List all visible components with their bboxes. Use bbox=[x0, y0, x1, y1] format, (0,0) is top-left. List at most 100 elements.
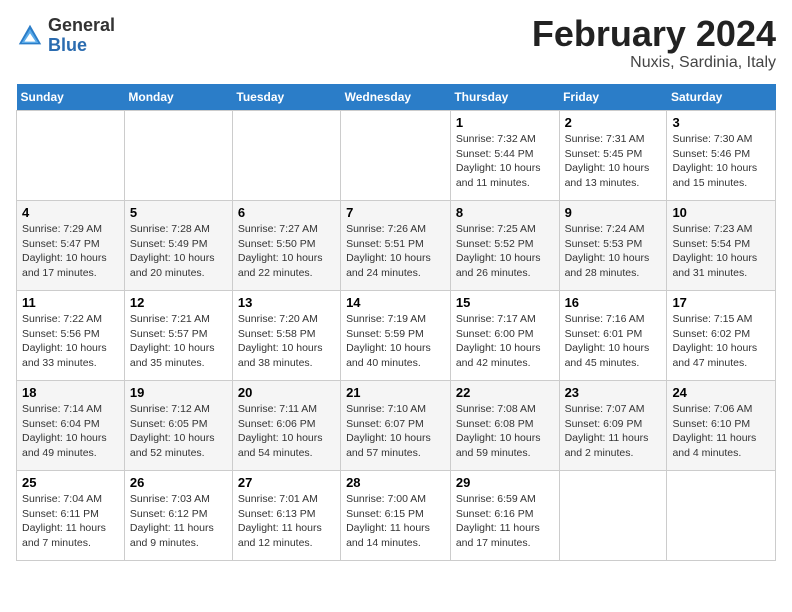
day-info: Sunrise: 7:31 AMSunset: 5:45 PMDaylight:… bbox=[565, 132, 662, 191]
logo: General Blue bbox=[16, 16, 115, 56]
calendar-cell: 10 Sunrise: 7:23 AMSunset: 5:54 PMDayligh… bbox=[667, 201, 776, 291]
calendar-cell bbox=[17, 111, 125, 201]
location-title: Nuxis, Sardinia, Italy bbox=[532, 54, 776, 72]
day-info: Sunrise: 7:10 AMSunset: 6:07 PMDaylight:… bbox=[346, 402, 445, 461]
day-info: Sunrise: 7:11 AMSunset: 6:06 PMDaylight:… bbox=[238, 402, 335, 461]
col-wednesday: Wednesday bbox=[341, 84, 451, 111]
day-info: Sunrise: 6:59 AMSunset: 6:16 PMDaylight:… bbox=[456, 492, 554, 551]
day-info: Sunrise: 7:27 AMSunset: 5:50 PMDaylight:… bbox=[238, 222, 335, 281]
logo-text: General Blue bbox=[48, 16, 115, 56]
calendar-week-4: 18Sunrise: 7:14 AMSunset: 6:04 PMDayligh… bbox=[17, 381, 776, 471]
day-info: Sunrise: 7:04 AMSunset: 6:11 PMDaylight:… bbox=[22, 492, 119, 551]
day-info: Sunrise: 7:22 AMSunset: 5:56 PMDaylight:… bbox=[22, 312, 119, 371]
day-info: Sunrise: 7:07 AMSunset: 6:09 PMDaylight:… bbox=[565, 402, 662, 461]
logo-blue: Blue bbox=[48, 36, 115, 56]
calendar-cell: 12Sunrise: 7:21 AMSunset: 5:57 PMDayligh… bbox=[124, 291, 232, 381]
day-number: 10 bbox=[672, 205, 770, 220]
logo-general: General bbox=[48, 16, 115, 36]
col-monday: Monday bbox=[124, 84, 232, 111]
calendar-cell: 20 Sunrise: 7:11 AMSunset: 6:06 PMDayligh… bbox=[232, 381, 340, 471]
calendar-cell: 23 Sunrise: 7:07 AMSunset: 6:09 PMDayligh… bbox=[559, 381, 667, 471]
calendar-table: Sunday Monday Tuesday Wednesday Thursday… bbox=[16, 84, 776, 561]
day-info: Sunrise: 7:23 AMSunset: 5:54 PMDaylight:… bbox=[672, 222, 770, 281]
calendar-cell bbox=[341, 111, 451, 201]
day-info: Sunrise: 7:03 AMSunset: 6:12 PMDaylight:… bbox=[130, 492, 227, 551]
calendar-week-3: 11Sunrise: 7:22 AMSunset: 5:56 PMDayligh… bbox=[17, 291, 776, 381]
calendar-cell: 22 Sunrise: 7:08 AMSunset: 6:08 PMDayligh… bbox=[450, 381, 559, 471]
col-tuesday: Tuesday bbox=[232, 84, 340, 111]
calendar-cell: 15 Sunrise: 7:17 AMSunset: 6:00 PMDayligh… bbox=[450, 291, 559, 381]
calendar-cell: 29 Sunrise: 6:59 AMSunset: 6:16 PMDayligh… bbox=[450, 471, 559, 561]
month-title: February 2024 bbox=[532, 16, 776, 52]
day-info: Sunrise: 7:25 AMSunset: 5:52 PMDaylight:… bbox=[456, 222, 554, 281]
day-number: 6 bbox=[238, 205, 335, 220]
day-info: Sunrise: 7:16 AMSunset: 6:01 PMDaylight:… bbox=[565, 312, 662, 371]
day-info: Sunrise: 7:01 AMSunset: 6:13 PMDaylight:… bbox=[238, 492, 335, 551]
day-number: 26 bbox=[130, 475, 227, 490]
day-info: Sunrise: 7:08 AMSunset: 6:08 PMDaylight:… bbox=[456, 402, 554, 461]
calendar-cell: 3 Sunrise: 7:30 AMSunset: 5:46 PMDaylight… bbox=[667, 111, 776, 201]
day-number: 15 bbox=[456, 295, 554, 310]
day-info: Sunrise: 7:20 AMSunset: 5:58 PMDaylight:… bbox=[238, 312, 335, 371]
col-saturday: Saturday bbox=[667, 84, 776, 111]
calendar-cell: 26 Sunrise: 7:03 AMSunset: 6:12 PMDayligh… bbox=[124, 471, 232, 561]
calendar-week-2: 4 Sunrise: 7:29 AMSunset: 5:47 PMDaylight… bbox=[17, 201, 776, 291]
day-number: 2 bbox=[565, 115, 662, 130]
header-row: Sunday Monday Tuesday Wednesday Thursday… bbox=[17, 84, 776, 111]
calendar-week-5: 25Sunrise: 7:04 AMSunset: 6:11 PMDayligh… bbox=[17, 471, 776, 561]
day-number: 19 bbox=[130, 385, 227, 400]
day-number: 14 bbox=[346, 295, 445, 310]
calendar-cell: 19 Sunrise: 7:12 AMSunset: 6:05 PMDayligh… bbox=[124, 381, 232, 471]
day-number: 20 bbox=[238, 385, 335, 400]
calendar-cell bbox=[124, 111, 232, 201]
calendar-body: 1 Sunrise: 7:32 AMSunset: 5:44 PMDaylight… bbox=[17, 111, 776, 561]
day-number: 4 bbox=[22, 205, 119, 220]
title-block: February 2024 Nuxis, Sardinia, Italy bbox=[532, 16, 776, 72]
day-number: 7 bbox=[346, 205, 445, 220]
calendar-cell: 25Sunrise: 7:04 AMSunset: 6:11 PMDayligh… bbox=[17, 471, 125, 561]
day-info: Sunrise: 7:30 AMSunset: 5:46 PMDaylight:… bbox=[672, 132, 770, 191]
day-info: Sunrise: 7:29 AMSunset: 5:47 PMDaylight:… bbox=[22, 222, 119, 281]
day-number: 22 bbox=[456, 385, 554, 400]
calendar-cell: 2 Sunrise: 7:31 AMSunset: 5:45 PMDaylight… bbox=[559, 111, 667, 201]
calendar-cell: 6 Sunrise: 7:27 AMSunset: 5:50 PMDaylight… bbox=[232, 201, 340, 291]
day-info: Sunrise: 7:19 AMSunset: 5:59 PMDaylight:… bbox=[346, 312, 445, 371]
day-info: Sunrise: 7:14 AMSunset: 6:04 PMDaylight:… bbox=[22, 402, 119, 461]
calendar-cell: 24Sunrise: 7:06 AMSunset: 6:10 PMDayligh… bbox=[667, 381, 776, 471]
day-number: 16 bbox=[565, 295, 662, 310]
day-info: Sunrise: 7:17 AMSunset: 6:00 PMDaylight:… bbox=[456, 312, 554, 371]
page-header: General Blue February 2024 Nuxis, Sardin… bbox=[16, 16, 776, 72]
day-number: 17 bbox=[672, 295, 770, 310]
calendar-cell: 7 Sunrise: 7:26 AMSunset: 5:51 PMDaylight… bbox=[341, 201, 451, 291]
day-number: 29 bbox=[456, 475, 554, 490]
calendar-cell: 11Sunrise: 7:22 AMSunset: 5:56 PMDayligh… bbox=[17, 291, 125, 381]
col-thursday: Thursday bbox=[450, 84, 559, 111]
calendar-cell: 18Sunrise: 7:14 AMSunset: 6:04 PMDayligh… bbox=[17, 381, 125, 471]
calendar-header: Sunday Monday Tuesday Wednesday Thursday… bbox=[17, 84, 776, 111]
calendar-cell: 8 Sunrise: 7:25 AMSunset: 5:52 PMDaylight… bbox=[450, 201, 559, 291]
calendar-week-1: 1 Sunrise: 7:32 AMSunset: 5:44 PMDaylight… bbox=[17, 111, 776, 201]
day-number: 3 bbox=[672, 115, 770, 130]
day-info: Sunrise: 7:24 AMSunset: 5:53 PMDaylight:… bbox=[565, 222, 662, 281]
day-info: Sunrise: 7:21 AMSunset: 5:57 PMDaylight:… bbox=[130, 312, 227, 371]
day-number: 8 bbox=[456, 205, 554, 220]
calendar-cell: 27 Sunrise: 7:01 AMSunset: 6:13 PMDayligh… bbox=[232, 471, 340, 561]
logo-icon bbox=[16, 22, 44, 50]
day-number: 1 bbox=[456, 115, 554, 130]
day-info: Sunrise: 7:12 AMSunset: 6:05 PMDaylight:… bbox=[130, 402, 227, 461]
calendar-cell: 1 Sunrise: 7:32 AMSunset: 5:44 PMDaylight… bbox=[450, 111, 559, 201]
day-number: 27 bbox=[238, 475, 335, 490]
day-info: Sunrise: 7:32 AMSunset: 5:44 PMDaylight:… bbox=[456, 132, 554, 191]
calendar-cell: 28Sunrise: 7:00 AMSunset: 6:15 PMDayligh… bbox=[341, 471, 451, 561]
calendar-cell: 9Sunrise: 7:24 AMSunset: 5:53 PMDaylight… bbox=[559, 201, 667, 291]
day-info: Sunrise: 7:28 AMSunset: 5:49 PMDaylight:… bbox=[130, 222, 227, 281]
col-sunday: Sunday bbox=[17, 84, 125, 111]
col-friday: Friday bbox=[559, 84, 667, 111]
calendar-cell bbox=[667, 471, 776, 561]
calendar-cell: 13Sunrise: 7:20 AMSunset: 5:58 PMDayligh… bbox=[232, 291, 340, 381]
day-number: 23 bbox=[565, 385, 662, 400]
calendar-cell: 5Sunrise: 7:28 AMSunset: 5:49 PMDaylight… bbox=[124, 201, 232, 291]
day-info: Sunrise: 7:26 AMSunset: 5:51 PMDaylight:… bbox=[346, 222, 445, 281]
calendar-cell: 16 Sunrise: 7:16 AMSunset: 6:01 PMDayligh… bbox=[559, 291, 667, 381]
calendar-cell: 17Sunrise: 7:15 AMSunset: 6:02 PMDayligh… bbox=[667, 291, 776, 381]
